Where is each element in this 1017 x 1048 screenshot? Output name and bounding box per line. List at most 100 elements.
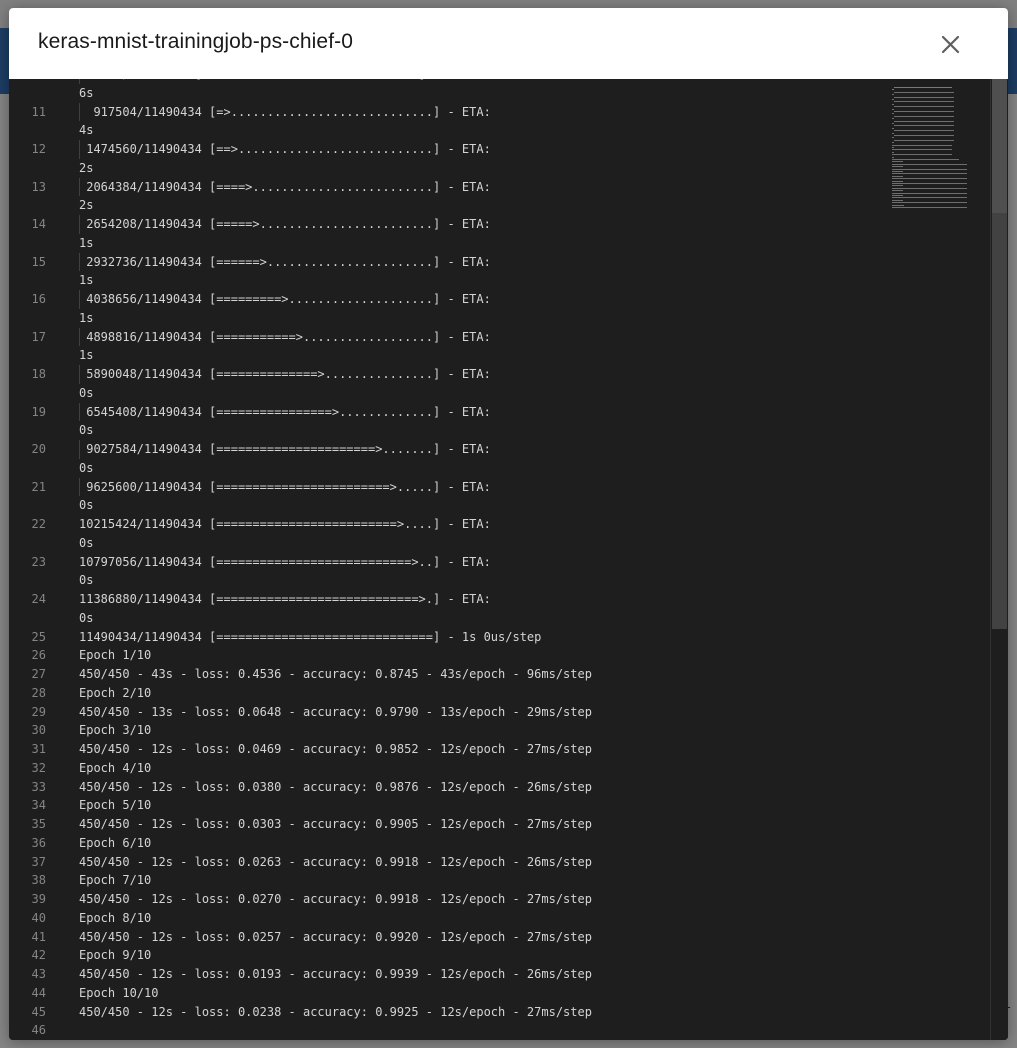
indent-guide — [79, 140, 80, 159]
line-text: 10215424/11490434 [=====================… — [79, 517, 491, 531]
line-number: 39 — [31, 892, 46, 906]
line-number: 42 — [31, 948, 46, 963]
log-editor[interactable]: 10 8978/11490434 [......................… — [9, 79, 1008, 1040]
indent-guide — [79, 177, 80, 197]
line-text: 450/450 - 13s - loss: 0.0648 - accuracy:… — [79, 704, 592, 719]
line-text: Epoch 8/10 — [79, 910, 152, 925]
log-line: 2s — [9, 159, 889, 178]
log-line: 36 Epoch 6/10 — [9, 834, 889, 853]
line-text: 450/450 - 12s - loss: 0.0263 - accuracy:… — [79, 854, 592, 869]
minimap-line — [892, 156, 894, 158]
log-line: 17 4898816/11490434 [===========>.......… — [9, 327, 889, 347]
minimap-line — [892, 190, 903, 192]
vertical-scrollbar[interactable] — [990, 79, 1008, 1040]
line-text: 1474560/11490434 [==>...................… — [79, 142, 491, 156]
log-line: 11 917504/11490434 [=>..................… — [9, 102, 889, 122]
line-text: 450/450 - 12s - loss: 0.0270 - accuracy:… — [79, 892, 592, 906]
log-line: 1s — [9, 271, 889, 290]
line-text: 2s — [79, 198, 94, 213]
line-number: 17 — [31, 329, 46, 344]
line-text: 5890048/11490434 [==============>.......… — [79, 367, 491, 381]
minimap-line — [892, 180, 903, 182]
log-line: 24 11386880/11490434 [===================… — [9, 590, 889, 609]
minimap-line — [892, 207, 967, 208]
minimap-line — [892, 183, 967, 184]
minimap-line — [894, 139, 954, 141]
indent-guide — [79, 327, 80, 347]
line-text: 0s — [79, 498, 94, 513]
line-number: 30 — [31, 723, 46, 738]
indent-guide — [79, 290, 80, 309]
line-text: 450/450 - 43s - loss: 0.4536 - accuracy:… — [79, 667, 592, 681]
line-number: 41 — [31, 929, 46, 944]
line-text: 1s — [79, 310, 94, 325]
log-line: 0s — [9, 459, 889, 478]
log-line: 30 Epoch 3/10 — [9, 721, 889, 740]
minimap-line — [892, 151, 894, 153]
indent-guide — [79, 477, 80, 497]
minimap-line — [892, 163, 967, 165]
minimap-line — [894, 130, 954, 132]
line-number: 36 — [31, 835, 46, 850]
line-text: 450/450 - 12s - loss: 0.0238 - accuracy:… — [79, 1004, 592, 1019]
line-text: 1s — [79, 235, 94, 250]
minimap-line — [892, 89, 894, 91]
log-viewer-modal: keras-mnist-trainingjob-ps-chief-0 10 89… — [9, 8, 1008, 1040]
line-text: 1s — [79, 273, 94, 288]
line-number: 34 — [31, 798, 46, 813]
minimap-line — [892, 147, 894, 148]
log-line: 22 10215424/11490434 [===================… — [9, 515, 889, 534]
log-line: 37 450/450 - 12s - loss: 0.0263 - accurac… — [9, 853, 889, 872]
line-number: 25 — [31, 629, 46, 644]
close-button[interactable] — [935, 31, 965, 57]
log-line: 19 6545408/11490434 [================>..… — [9, 402, 889, 422]
minimap-line — [892, 202, 967, 204]
minimap-line — [892, 159, 959, 160]
log-line: 0s — [9, 571, 889, 590]
line-number: 21 — [31, 479, 46, 494]
log-line: 6s — [9, 84, 889, 103]
line-number: 15 — [31, 254, 46, 269]
close-icon — [941, 35, 960, 54]
line-number: 33 — [31, 779, 46, 794]
indent-guide — [79, 252, 80, 272]
line-number: 29 — [31, 704, 46, 719]
log-line: 31 450/450 - 12s - loss: 0.0469 - accurac… — [9, 740, 889, 759]
minimap[interactable] — [882, 79, 990, 1040]
line-text: 450/450 - 12s - loss: 0.0380 - accuracy:… — [79, 779, 592, 794]
line-number: 16 — [31, 292, 46, 306]
log-line: 23 10797056/11490434 [===================… — [9, 553, 889, 572]
line-text: 2064384/11490434 [====>.................… — [79, 179, 491, 194]
log-line: 40 Epoch 8/10 — [9, 909, 889, 928]
log-line: 2s — [9, 196, 889, 215]
line-number: 27 — [31, 667, 46, 681]
log-line: 15 2932736/11490434 [======>............… — [9, 252, 889, 272]
minimap-line — [892, 142, 894, 144]
line-text: 917504/11490434 [=>.....................… — [79, 104, 491, 119]
line-text: Epoch 1/10 — [79, 648, 152, 663]
minimap-line — [892, 173, 967, 175]
minimap-line — [892, 149, 952, 151]
log-line: 1s — [9, 234, 889, 253]
minimap-line — [892, 187, 967, 189]
log-line: 26 Epoch 1/10 — [9, 646, 889, 665]
log-line: 34 Epoch 5/10 — [9, 796, 889, 815]
line-text: 4038656/11490434 [=========>............… — [79, 292, 491, 306]
modal-title: keras-mnist-trainingjob-ps-chief-0 — [38, 30, 354, 53]
indent-guide — [79, 365, 80, 384]
log-line: 20 9027584/11490434 [===================… — [9, 440, 889, 459]
log-line: 13 2064384/11490434 [====>..............… — [9, 177, 889, 197]
minimap-line — [894, 101, 954, 103]
line-text: 0s — [79, 535, 94, 550]
indent-guide — [79, 102, 80, 122]
minimap-line — [894, 111, 954, 112]
line-number: 13 — [31, 179, 46, 194]
line-number: 40 — [31, 910, 46, 925]
log-line: 38 Epoch 7/10 — [9, 871, 889, 890]
log-lines: 10 8978/11490434 [......................… — [9, 79, 889, 1040]
line-number: 43 — [31, 967, 46, 981]
line-text: 450/450 - 12s - loss: 0.0469 - accuracy:… — [79, 742, 592, 756]
log-line: 28 Epoch 2/10 — [9, 684, 889, 703]
line-text: 2654208/11490434 [=====>................… — [79, 217, 491, 231]
minimap-line — [894, 125, 954, 127]
